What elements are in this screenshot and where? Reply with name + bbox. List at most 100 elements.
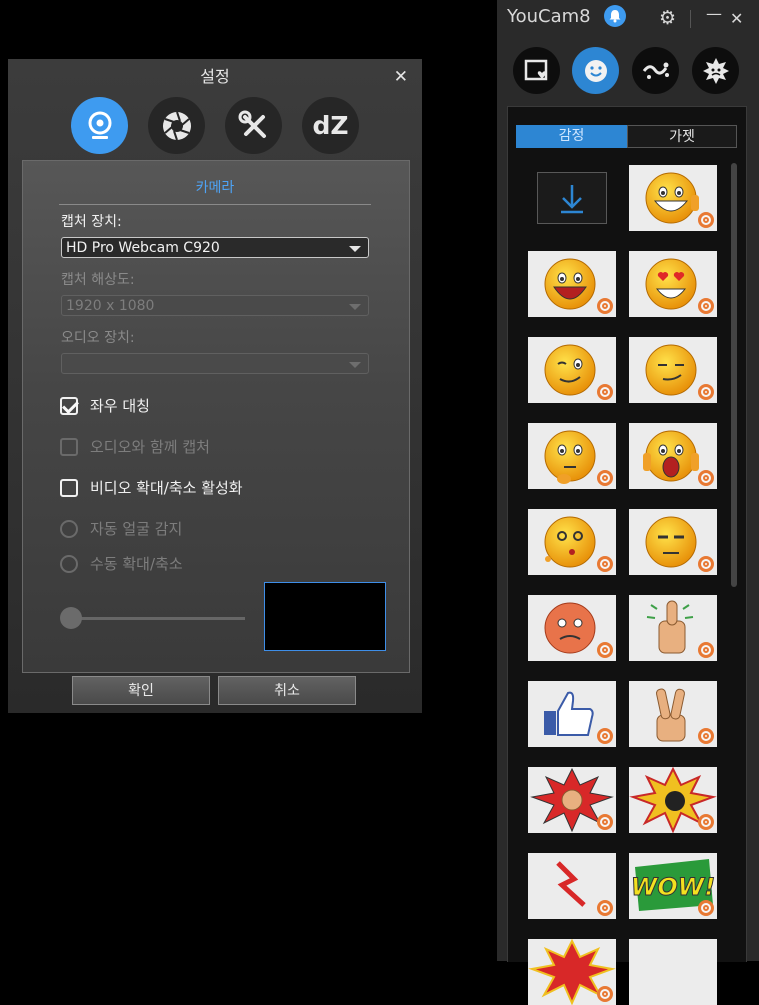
emotion-item-scream[interactable] [629,423,717,489]
close-icon[interactable]: ✕ [730,9,743,28]
camera-settings-panel: 카메라 캡처 장치: HD Pro Webcam C920 캡처 해상도: 19… [22,160,410,673]
youcam-panel: YouCam8 ⚙ — ✕ 감정 가젯 WOW! [497,0,759,1005]
effect-badge-icon [698,728,714,744]
effect-badge-icon [597,556,613,572]
tab-capture[interactable] [148,97,205,154]
effect-badge-icon [597,470,613,486]
effect-badge-icon [698,384,714,400]
effect-badge-icon [698,556,714,572]
effect-badge-icon [597,814,613,830]
capture-device-label: 캡처 장치: [61,214,122,230]
effect-badge-icon [698,900,714,916]
mode-frame[interactable] [513,47,560,94]
smiley-icon [584,59,607,82]
effects-panel: 감정 가젯 WOW! [507,106,747,1005]
bell-icon[interactable] [604,5,626,27]
emotion-item-thinking[interactable] [528,423,616,489]
manual-zoom-label: 수동 확대/축소 [90,555,183,573]
effect-badge-icon [698,642,714,658]
effect-badge-icon [597,900,613,916]
effect-badge-icon [597,384,613,400]
shutter-icon [162,111,191,140]
mirror-option[interactable]: 좌우 대칭 [60,395,150,416]
scrollbar[interactable] [731,163,737,587]
zoom-enable-option[interactable]: 비디오 확대/축소 활성화 [60,477,243,498]
emotion-item-like[interactable] [528,681,616,747]
tab-tools[interactable] [225,97,282,154]
effect-badge-icon [698,814,714,830]
auto-face-label: 자동 얼굴 감지 [90,520,183,538]
chevron-down-icon [349,362,361,368]
emotion-item-thumbs-up-hand[interactable] [629,595,717,661]
minimize-icon[interactable]: — [706,4,722,23]
section-title: 카메라 [59,177,371,205]
tab-dz[interactable]: dZ [302,97,359,154]
ok-button[interactable]: 확인 [72,676,210,705]
dz-icon: dZ [312,111,349,140]
emotion-item-download[interactable] [537,172,607,224]
zoom-enable-checkbox[interactable] [60,478,78,497]
emotion-item-wink[interactable] [528,337,616,403]
mode-particle[interactable] [632,47,679,94]
mode-distortion[interactable] [692,47,739,94]
emotion-item-punch-burst[interactable] [528,767,616,833]
segment-emotion[interactable]: 감정 [516,125,627,148]
mode-emotion[interactable] [572,47,619,94]
effect-badge-icon [597,728,613,744]
emotion-item-heart-eyes[interactable] [629,251,717,317]
zoom-slider-track[interactable] [63,617,245,620]
effect-badge-icon [698,212,714,228]
effect-badge-icon [597,298,613,314]
chevron-down-icon [349,304,361,310]
capture-device-value: HD Pro Webcam C920 [66,240,220,256]
emotion-item-laughing[interactable] [528,251,616,317]
emotion-item-unamused[interactable] [629,509,717,575]
effect-badge-icon [597,986,613,1002]
resolution-value: 1920 x 1080 [66,298,155,314]
capture-audio-label: 오디오와 함께 캡처 [90,438,210,456]
settings-dialog: 설정 ✕ dZ 카메라 캡처 장치: HD Pro Webcam C920 캡처… [8,59,422,713]
title-separator [690,10,691,28]
emotion-item-blank-partial[interactable] [629,939,717,1005]
emotion-item-burst-partial[interactable] [528,939,616,1005]
frame-heart-icon [524,59,547,80]
svg-text:WOW!: WOW! [631,873,715,901]
emotion-item-bomb-burst[interactable] [629,767,717,833]
audio-device-label: 오디오 장치: [61,330,135,346]
manual-zoom-option[interactable]: 수동 확대/축소 [60,553,183,574]
resolution-label: 캡처 해상도: [61,272,135,288]
emotion-item-lightning[interactable] [528,853,616,919]
emotion-item-wow-text[interactable]: WOW! [629,853,717,919]
emotion-item-grin-thumbs-up[interactable] [629,165,717,231]
resolution-select[interactable]: 1920 x 1080 [61,295,369,316]
effect-badge-icon [698,298,714,314]
emotion-item-victory[interactable] [629,681,717,747]
segment-gadget[interactable]: 가젯 [627,125,737,148]
audio-device-select[interactable] [61,353,369,374]
tab-camera[interactable] [71,97,128,154]
zoom-preview [264,582,386,651]
close-icon[interactable]: ✕ [394,67,408,87]
capture-audio-checkbox[interactable] [60,437,78,456]
chevron-down-icon [349,246,361,252]
manual-zoom-radio[interactable] [60,554,78,573]
particle-icon [642,62,669,79]
zoom-slider-handle[interactable] [60,607,82,629]
settings-tab-bar: dZ [8,97,422,154]
cancel-button[interactable]: 취소 [218,676,356,705]
auto-face-option[interactable]: 자동 얼굴 감지 [60,518,182,539]
capture-device-select[interactable]: HD Pro Webcam C920 [61,237,369,258]
auto-face-radio[interactable] [60,519,78,538]
mirror-checkbox[interactable] [60,396,78,415]
emotion-item-smirk[interactable] [629,337,717,403]
webcam-icon [88,111,111,139]
mirror-label: 좌우 대칭 [90,397,150,415]
capture-audio-option[interactable]: 오디오와 함께 캡처 [60,436,210,457]
emotion-item-angry-red[interactable] [528,595,616,661]
gear-icon[interactable]: ⚙ [659,7,676,29]
app-title: YouCam8 [507,6,591,27]
effect-badge-icon [597,642,613,658]
dialog-title: 설정 [200,67,230,86]
effect-badge-icon [698,470,714,486]
emotion-item-dizzy[interactable] [528,509,616,575]
